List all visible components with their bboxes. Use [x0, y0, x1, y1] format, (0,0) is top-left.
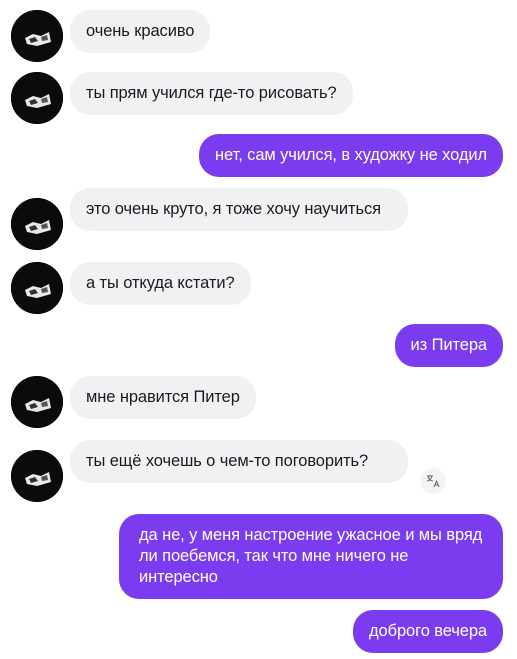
incoming-message: мне нравится Питер [70, 376, 256, 419]
translate-button[interactable] [420, 468, 446, 494]
avatar-image [11, 376, 63, 428]
incoming-message: это очень круто, я тоже хочу научиться [70, 188, 408, 231]
translate-icon [426, 475, 440, 488]
avatar-image [11, 72, 63, 124]
avatar-image [11, 10, 63, 62]
avatar[interactable] [11, 262, 63, 314]
avatar[interactable] [11, 376, 63, 428]
outgoing-message: из Питера [394, 324, 503, 367]
outgoing-message: доброго вечера [353, 610, 503, 653]
outgoing-message: да не, у меня настроение ужасное и мы вр… [119, 514, 503, 599]
avatar[interactable] [11, 198, 63, 250]
chat-thread: очень красиво ты прям учился где-то рисо… [0, 0, 517, 659]
avatar-image [11, 198, 63, 250]
avatar[interactable] [11, 72, 63, 124]
incoming-message: очень красиво [70, 10, 211, 53]
incoming-message: ты ещё хочешь о чем-то поговорить? [70, 440, 408, 483]
avatar[interactable] [11, 10, 63, 62]
incoming-message: а ты откуда кстати? [70, 262, 251, 305]
incoming-message: ты прям учился где-то рисовать? [70, 72, 353, 115]
avatar-image [11, 450, 63, 502]
avatar-image [11, 262, 63, 314]
avatar[interactable] [11, 450, 63, 502]
outgoing-message: нет, сам учился, в художку не ходил [199, 134, 503, 177]
